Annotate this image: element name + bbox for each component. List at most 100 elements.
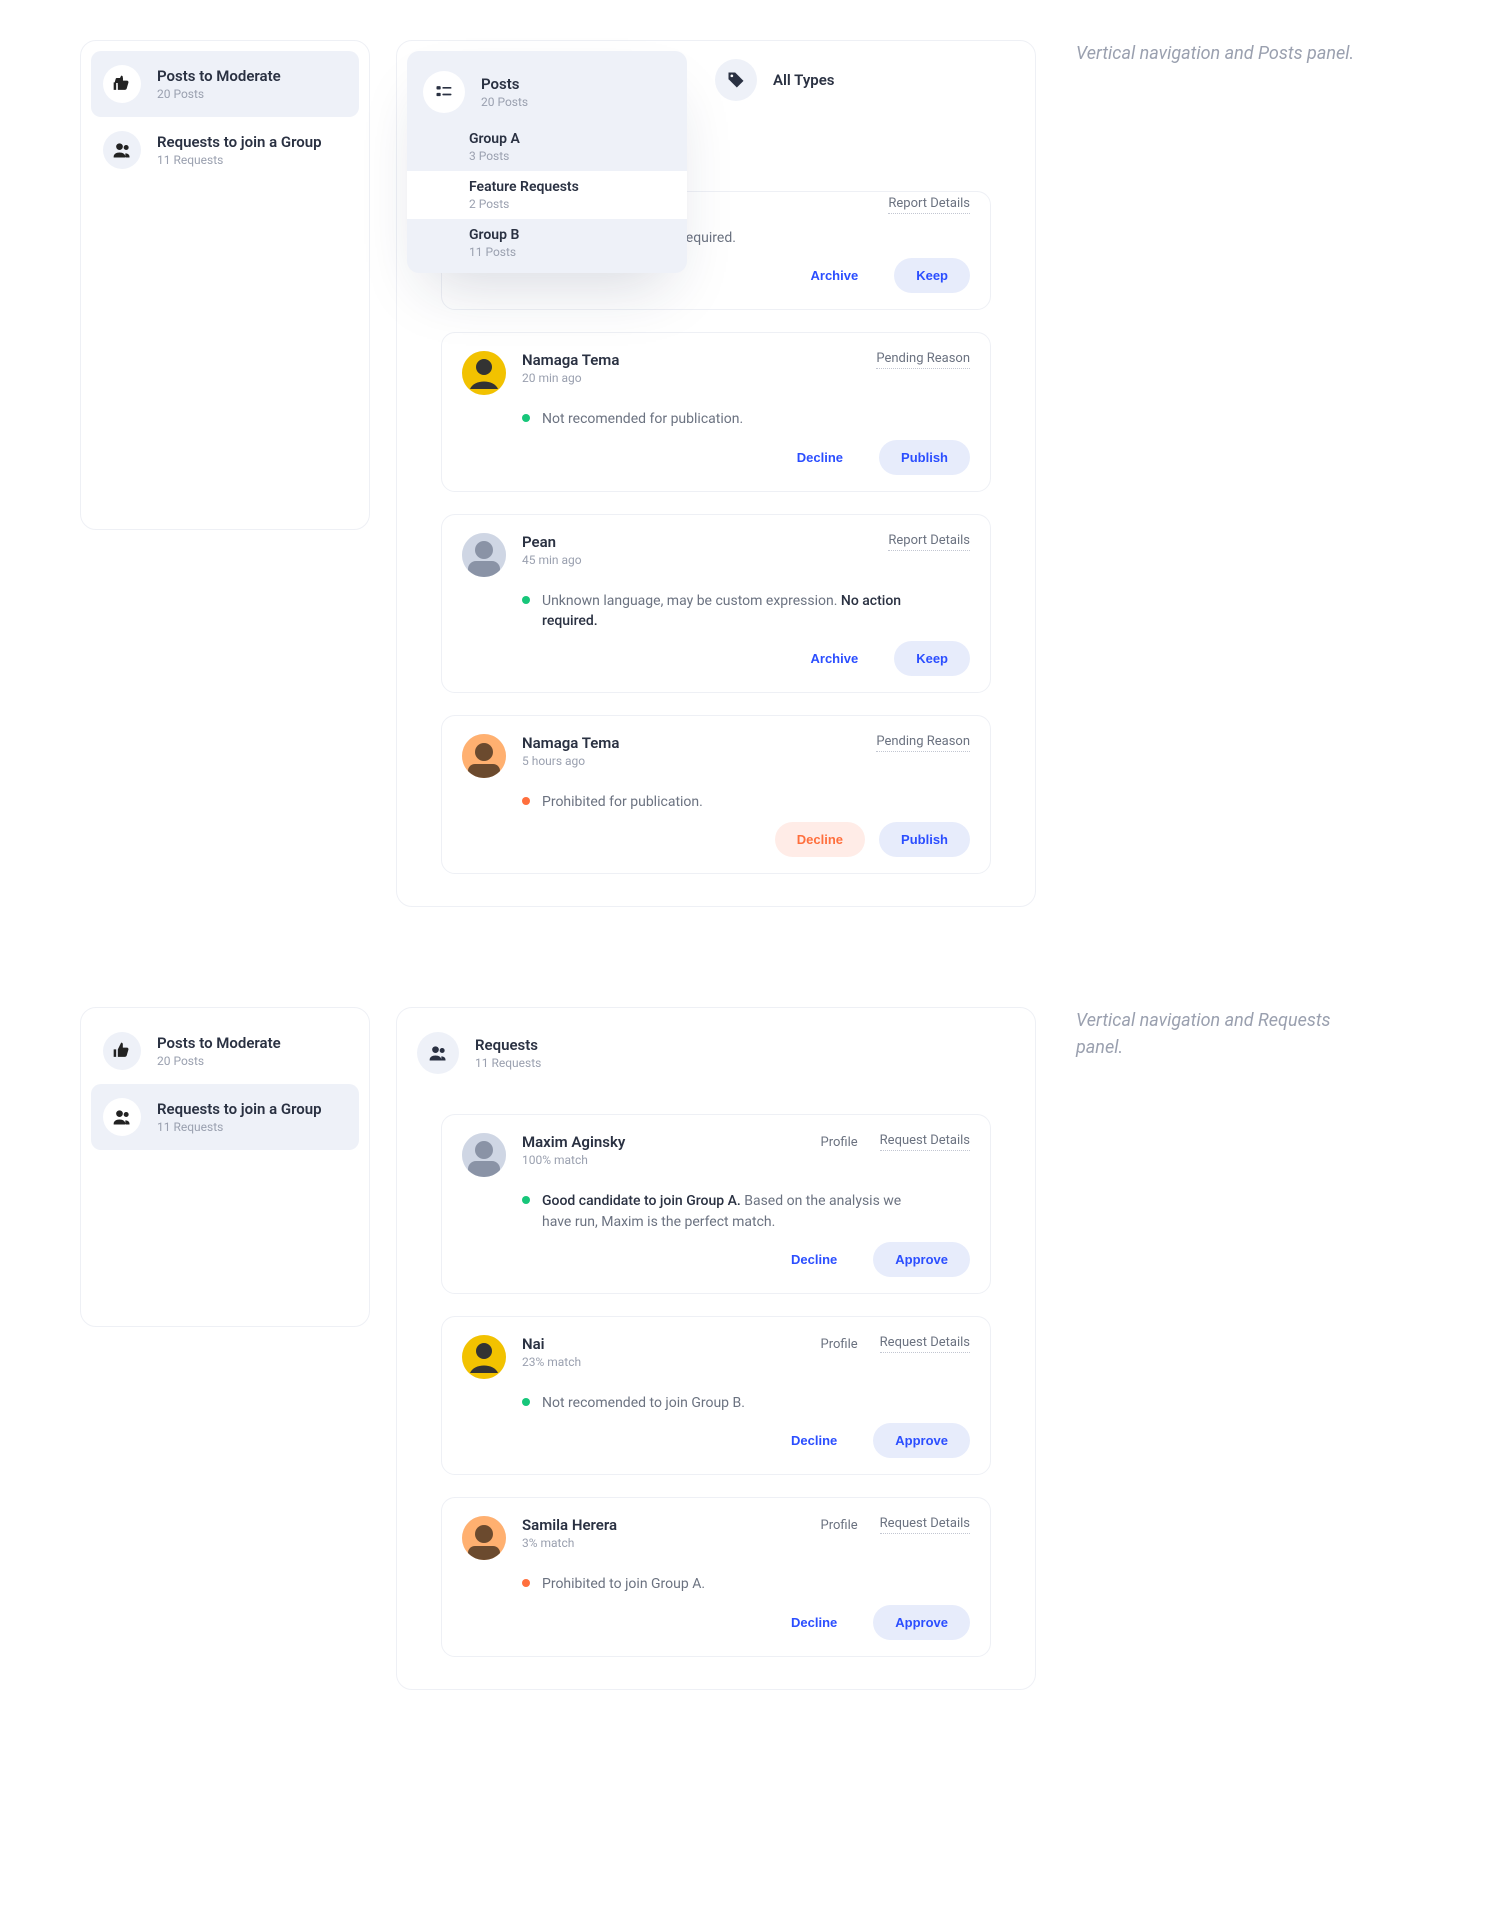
keep-button[interactable]: Keep: [894, 258, 970, 293]
reason-text: Prohibited to join Group A.: [542, 1574, 705, 1594]
author-name: Namaga Tema: [522, 351, 619, 369]
decline-button[interactable]: Decline: [775, 440, 865, 475]
dropdown-item-group-b[interactable]: Group B 11 Posts: [407, 219, 687, 267]
list-icon: [423, 71, 465, 113]
request-details-link[interactable]: Request Details: [880, 1133, 970, 1151]
requests-title: Requests: [475, 1036, 541, 1054]
avatar: [462, 734, 506, 778]
profile-link[interactable]: Profile: [821, 1518, 858, 1533]
pending-reason-link[interactable]: Pending Reason: [876, 351, 970, 369]
dropdown-item-feature-requests[interactable]: Feature Requests 2 Posts: [407, 171, 687, 219]
people-icon: [103, 131, 141, 169]
avatar: [462, 1516, 506, 1560]
approve-button[interactable]: Approve: [873, 1242, 970, 1277]
sidebar-item-requests[interactable]: Requests to join a Group 11 Requests: [91, 1084, 359, 1150]
post-card: Namaga Tema 5 hours ago Pending Reason P…: [441, 715, 991, 874]
sidebar-item-sub: 11 Requests: [157, 1120, 322, 1134]
requester-name: Samila Herera: [522, 1516, 617, 1534]
keep-button[interactable]: Keep: [894, 641, 970, 676]
tags-icon: [715, 59, 757, 101]
archive-button[interactable]: Archive: [789, 258, 881, 293]
match-percent: 23% match: [522, 1355, 581, 1369]
section-caption: Vertical navigation and Requests panel.: [1076, 1007, 1356, 1061]
status-dot: [522, 1579, 530, 1587]
status-dot: [522, 797, 530, 805]
reason-text: Good candidate to join Group A. Based on…: [542, 1191, 922, 1232]
avatar: [462, 533, 506, 577]
post-time: 45 min ago: [522, 553, 582, 567]
decline-button[interactable]: Decline: [769, 1242, 859, 1277]
avatar: [462, 1133, 506, 1177]
dropdown-header[interactable]: Posts 20 Posts: [407, 61, 687, 123]
posts-main-panel: All Types Posts 20 Posts: [396, 40, 1036, 907]
posts-section: Posts to Moderate 20 Posts Requests to j…: [80, 40, 1420, 907]
dropdown-item-group-a[interactable]: Group A 3 Posts: [407, 123, 687, 171]
request-card: Maxim Aginsky 100% match Profile Request…: [441, 1114, 991, 1294]
post-time: 5 hours ago: [522, 754, 619, 768]
sidebar-item-title: Posts to Moderate: [157, 67, 281, 85]
people-icon: [417, 1032, 459, 1074]
requester-name: Nai: [522, 1335, 581, 1353]
thumbs-icon: [103, 65, 141, 103]
post-cards: Report Details on required. Archive Keep: [415, 191, 1017, 888]
sidebar-panel: Posts to Moderate 20 Posts Requests to j…: [80, 1007, 370, 1327]
requests-sub: 11 Requests: [475, 1056, 541, 1070]
decline-button[interactable]: Decline: [769, 1605, 859, 1640]
sidebar-item-sub: 20 Posts: [157, 1054, 281, 1068]
sidebar-item-requests[interactable]: Requests to join a Group 11 Requests: [91, 117, 359, 183]
approve-button[interactable]: Approve: [873, 1423, 970, 1458]
reason-text: Unknown language, may be custom expressi…: [542, 591, 922, 632]
archive-button[interactable]: Archive: [789, 641, 881, 676]
report-details-link[interactable]: Report Details: [888, 196, 970, 214]
decline-button[interactable]: Decline: [775, 822, 865, 857]
reason-text: Prohibited for publication.: [542, 792, 703, 812]
sidebar-item-posts[interactable]: Posts to Moderate 20 Posts: [91, 1018, 359, 1084]
sidebar-item-sub: 20 Posts: [157, 87, 281, 101]
requester-name: Maxim Aginsky: [522, 1133, 625, 1151]
match-percent: 3% match: [522, 1536, 617, 1550]
types-filter[interactable]: All Types: [715, 59, 835, 101]
people-icon: [103, 1098, 141, 1136]
publish-button[interactable]: Publish: [879, 440, 970, 475]
pending-reason-link[interactable]: Pending Reason: [876, 734, 970, 752]
sidebar-item-title: Posts to Moderate: [157, 1034, 281, 1052]
request-details-link[interactable]: Request Details: [880, 1335, 970, 1353]
requests-header[interactable]: Requests 11 Requests: [415, 1026, 1017, 1074]
publish-button[interactable]: Publish: [879, 822, 970, 857]
dropdown-sub: 20 Posts: [481, 95, 528, 109]
requests-section: Posts to Moderate 20 Posts Requests to j…: [80, 1007, 1420, 1689]
avatar: [462, 1335, 506, 1379]
profile-link[interactable]: Profile: [821, 1135, 858, 1150]
types-filter-label: All Types: [773, 71, 835, 89]
sidebar-item-title: Requests to join a Group: [157, 1100, 322, 1118]
thumbs-icon: [103, 1032, 141, 1070]
status-dot: [522, 1196, 530, 1204]
request-details-link[interactable]: Request Details: [880, 1516, 970, 1534]
match-percent: 100% match: [522, 1153, 625, 1167]
profile-link[interactable]: Profile: [821, 1337, 858, 1352]
sidebar-panel: Posts to Moderate 20 Posts Requests to j…: [80, 40, 370, 530]
sidebar-item-sub: 11 Requests: [157, 153, 322, 167]
requests-main-panel: Requests 11 Requests: [396, 1007, 1036, 1689]
reason-text: Not recomended to join Group B.: [542, 1393, 745, 1413]
approve-button[interactable]: Approve: [873, 1605, 970, 1640]
request-card: Samila Herera 3% match Profile Request D…: [441, 1497, 991, 1656]
sidebar-item-posts[interactable]: Posts to Moderate 20 Posts: [91, 51, 359, 117]
posts-dropdown: Posts 20 Posts Group A 3 Posts Feature R…: [407, 51, 687, 273]
decline-button[interactable]: Decline: [769, 1423, 859, 1458]
dropdown-title: Posts: [481, 75, 528, 93]
post-time: 20 min ago: [522, 371, 619, 385]
sidebar-item-title: Requests to join a Group: [157, 133, 322, 151]
reason-text: Not recomended for publication.: [542, 409, 743, 429]
author-name: Namaga Tema: [522, 734, 619, 752]
request-cards: Maxim Aginsky 100% match Profile Request…: [415, 1114, 1017, 1670]
avatar: [462, 351, 506, 395]
status-dot: [522, 1398, 530, 1406]
request-card: Nai 23% match Profile Request Details: [441, 1316, 991, 1475]
post-card: Pean 45 min ago Report Details U: [441, 514, 991, 694]
status-dot: [522, 414, 530, 422]
author-name: Pean: [522, 533, 582, 551]
status-dot: [522, 596, 530, 604]
report-details-link[interactable]: Report Details: [888, 533, 970, 551]
section-caption: Vertical navigation and Posts panel.: [1076, 40, 1354, 67]
